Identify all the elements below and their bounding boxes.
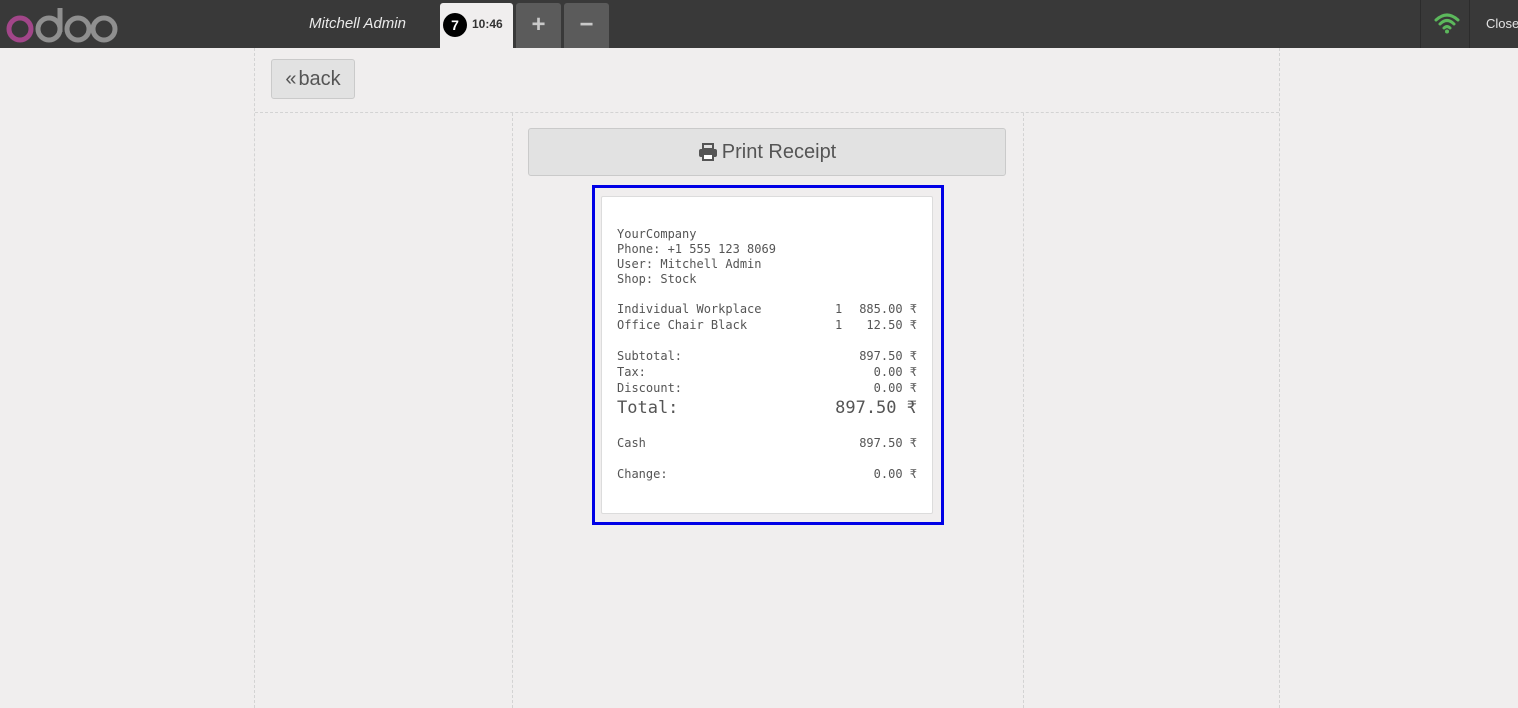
order-tab-selected[interactable]: 7 10:46 (440, 3, 513, 48)
double-chevron-left-icon: « (285, 68, 297, 90)
order-sequence-badge: 7 (443, 13, 467, 37)
wifi-icon[interactable] (1434, 12, 1460, 34)
tax-value: 0.00 ₹ (873, 365, 917, 379)
orderline-product: Office Chair Black (617, 318, 748, 332)
odoo-logo (6, 8, 118, 43)
total-label: Total: (617, 398, 679, 418)
cashier-name[interactable]: Mitchell Admin (290, 0, 425, 48)
orderline-price: 12.50 ₹ (866, 318, 917, 332)
add-order-button[interactable]: + (516, 3, 561, 48)
tax-label: Tax: (617, 365, 646, 379)
receipt-company: YourCompany (617, 227, 697, 241)
discount-label: Discount: (617, 381, 683, 395)
pos-receipt: YourCompany Phone: +1 555 123 8069 User:… (601, 196, 933, 514)
order-time: 10:46 (472, 17, 503, 31)
back-button[interactable]: «back (271, 59, 355, 99)
receipt-shop: Shop: Stock (617, 272, 697, 286)
discount-value: 0.00 ₹ (873, 381, 917, 395)
change-label: Change: (617, 467, 668, 481)
divider (1420, 0, 1421, 48)
receipt-phone: Phone: +1 555 123 8069 (617, 242, 776, 256)
subtotal-label: Subtotal: (617, 349, 683, 363)
orderline-qty: 1 (835, 302, 843, 316)
close-button[interactable]: Close (1486, 0, 1518, 48)
orderline-qty: 1 (835, 318, 843, 332)
printer-icon (698, 143, 717, 161)
orderline-product: Individual Workplace (617, 302, 762, 316)
remove-order-button[interactable]: − (564, 3, 609, 48)
orderline-price: 885.00 ₹ (859, 302, 917, 316)
total-value: 897.50 ₹ (835, 398, 917, 418)
subtotal-value: 897.50 ₹ (859, 349, 917, 363)
divider (1469, 0, 1470, 48)
pos-topbar: Mitchell Admin 7 10:46 + − Close (0, 0, 1518, 48)
back-button-label: back (298, 68, 341, 90)
print-receipt-button[interactable]: Print Receipt (528, 128, 1006, 176)
payment-amount: 897.50 ₹ (859, 436, 917, 450)
screen-top-content: «back (255, 48, 1279, 113)
print-receipt-label: Print Receipt (721, 141, 837, 163)
payment-method-label: Cash (617, 436, 646, 450)
change-value: 0.00 ₹ (873, 467, 917, 481)
receipt-user: User: Mitchell Admin (617, 257, 762, 271)
